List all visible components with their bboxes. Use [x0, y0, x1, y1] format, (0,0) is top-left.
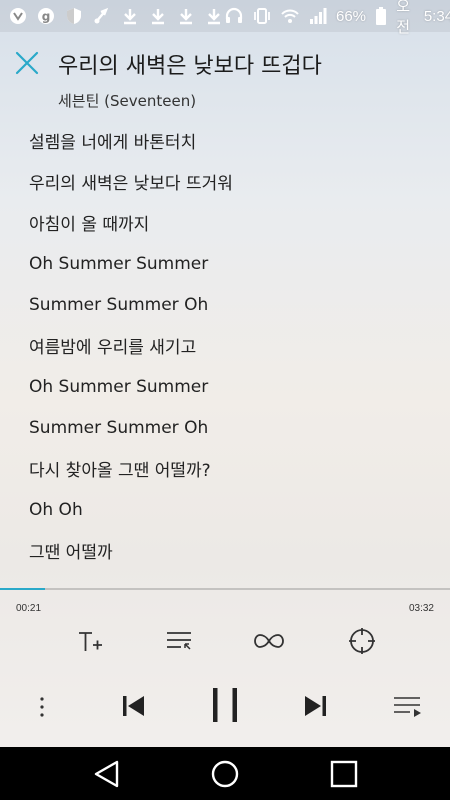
lyrics-panel[interactable]: 설렘을 너에게 바톤터치 우리의 새벽은 낮보다 뜨거워 아침이 올 때까지 O… [29, 120, 429, 571]
navigation-bar [0, 747, 450, 800]
lyric-line: 설렘을 너에게 바톤터치 [29, 133, 197, 153]
recent-apps-button[interactable] [314, 747, 374, 800]
download-icon [148, 6, 168, 26]
home-button[interactable] [195, 747, 255, 800]
playlist-icon [394, 697, 421, 717]
playlist-button[interactable] [390, 688, 426, 724]
home-circle-icon [211, 760, 239, 787]
shield-icon [64, 6, 84, 26]
lyrics-sync-icon [167, 632, 191, 650]
lyric-line: Oh Summer Summer [29, 253, 209, 274]
pause-icon [213, 688, 237, 722]
battery-icon [374, 6, 388, 26]
total-time: 03:32 [408, 603, 434, 614]
pause-button[interactable] [205, 682, 245, 728]
signal-icon [308, 6, 328, 26]
download-icon [176, 6, 196, 26]
vibrate-icon [252, 6, 272, 26]
skip-next-icon [305, 696, 326, 716]
recent-apps-square-icon [330, 760, 358, 787]
g-app-icon: g [36, 6, 56, 26]
close-icon [15, 51, 39, 75]
clock-time: 5:34 [423, 7, 450, 25]
battery-percent: 66% [336, 7, 367, 25]
skip-previous-icon [123, 696, 144, 716]
crosshair-icon [349, 628, 375, 654]
text-size-button[interactable] [73, 624, 107, 658]
seek-bar-progress [0, 588, 45, 590]
close-button[interactable] [12, 48, 42, 78]
lyric-line: Oh Summer Summer [29, 376, 209, 397]
wifi-icon [280, 6, 300, 26]
lyric-line: Summer Summer Oh [29, 294, 209, 315]
lyric-line: 아침이 올 때까지 [29, 215, 150, 235]
previous-track-button[interactable] [115, 688, 151, 724]
status-bar: g 66% 오전 5:34 [0, 0, 450, 36]
lyrics-position-button[interactable] [345, 624, 379, 658]
back-button[interactable] [77, 747, 137, 800]
artist-name: 세븐틴 (Seventeen) [58, 92, 197, 110]
elapsed-time: 00:21 [16, 603, 42, 614]
back-triangle-icon [94, 760, 119, 787]
infinity-loop-icon [254, 634, 284, 648]
notification-icons: g [8, 6, 224, 26]
lyric-line: 여름밤에 우리를 새기고 [29, 338, 197, 358]
svg-text:g: g [42, 10, 51, 24]
lyric-line: Oh Oh [29, 499, 83, 520]
lyrics-sync-button[interactable] [162, 624, 196, 658]
text-size-icon [79, 632, 102, 651]
lyric-line: Summer Summer Oh [29, 417, 209, 438]
download-icon [120, 6, 140, 26]
headphones-icon [224, 6, 244, 26]
repeat-ab-button[interactable] [252, 624, 286, 658]
lyric-line: 우리의 새벽은 낮보다 뜨거워 [29, 174, 233, 194]
next-track-button[interactable] [298, 688, 334, 724]
lyric-line: 다시 찾아올 그땐 어떨까? [29, 461, 211, 481]
song-title: 우리의 새벽은 낮보다 뜨겁다 [58, 54, 322, 79]
usb-debug-icon [92, 6, 112, 26]
app-notification-icon [8, 6, 28, 26]
more-vertical-icon [40, 697, 44, 717]
system-icons: 66% 오전 5:34 [224, 0, 450, 37]
clock-am-pm: 오전 [396, 0, 411, 36]
download-icon [204, 6, 224, 26]
more-options-button[interactable] [30, 690, 54, 724]
lyric-line: 그땐 어떨까 [29, 543, 113, 563]
seek-bar[interactable] [0, 588, 450, 590]
